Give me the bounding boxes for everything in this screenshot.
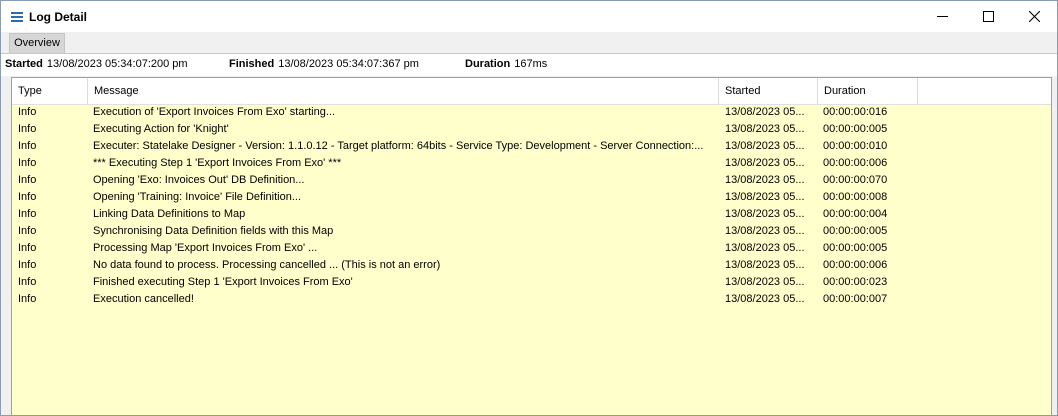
cell-started: 13/08/2023 05... (725, 157, 805, 169)
cell-message: Synchronising Data Definition fields wit… (93, 225, 334, 237)
maximize-icon (982, 11, 994, 22)
cell-type: Info (18, 208, 37, 220)
cell-message: Execution cancelled! (93, 293, 194, 305)
summary-started: Started 13/08/2023 05:34:07:200 pm (5, 58, 188, 70)
table-row[interactable]: Info Executer: Statelake Designer - Versi… (12, 138, 1051, 155)
cell-message: Executer: Statelake Designer - Version: … (93, 140, 704, 152)
cell-type: Info (18, 293, 37, 305)
table-row[interactable]: Info Opening 'Training: Invoice' File Def… (12, 189, 1051, 206)
finished-label: Finished (229, 58, 275, 70)
cell-started: 13/08/2023 05... (725, 140, 805, 152)
log-grid[interactable]: Type Message Started Duration Info Execut… (11, 77, 1052, 415)
cell-type: Info (18, 259, 37, 271)
cell-message: Opening 'Training: Invoice' File Definit… (93, 191, 302, 203)
grid-header: Type Message Started Duration (12, 78, 1051, 105)
cell-duration: 00:00:00:005 (823, 123, 888, 135)
summary-finished: Finished 13/08/2023 05:34:07:367 pm (229, 58, 419, 70)
started-value: 13/08/2023 05:34:07:200 pm (46, 58, 188, 70)
cell-started: 13/08/2023 05... (725, 106, 805, 118)
cell-type: Info (18, 106, 37, 118)
table-row[interactable]: Info Linking Data Definitions to Map 13/08… (12, 206, 1051, 223)
close-icon (1028, 11, 1040, 22)
cell-duration: 00:00:00:006 (823, 259, 888, 271)
cell-type: Info (18, 174, 37, 186)
cell-message: Linking Data Definitions to Map (93, 208, 246, 220)
tab-overview[interactable]: Overview (9, 33, 65, 53)
cell-started: 13/08/2023 05... (725, 174, 805, 186)
cell-type: Info (18, 123, 37, 135)
cell-duration: 00:00:00:004 (823, 208, 888, 220)
table-row[interactable]: Info Synchronising Data Definition fields… (12, 223, 1051, 240)
cell-type: Info (18, 140, 37, 152)
table-row[interactable]: Info Finished executing Step 1 'Export In… (12, 274, 1051, 291)
tab-strip: Overview (1, 32, 1057, 53)
column-header-started[interactable]: Started (719, 78, 818, 104)
table-row[interactable]: Info Executing Action for 'Knight' 13/08/2… (12, 121, 1051, 138)
table-row[interactable]: Info *** Executing Step 1 'Export Invoice… (12, 155, 1051, 172)
cell-started: 13/08/2023 05... (725, 123, 805, 135)
started-label: Started (5, 58, 43, 70)
column-header-type[interactable]: Type (12, 78, 88, 104)
table-row[interactable]: Info Processing Map 'Export Invoices From… (12, 240, 1051, 257)
cell-type: Info (18, 276, 37, 288)
minimize-icon (936, 16, 948, 17)
cell-started: 13/08/2023 05... (725, 208, 805, 220)
cell-type: Info (18, 191, 37, 203)
log-detail-window: Log Detail Overview Started 13/08/2023 05… (0, 0, 1058, 416)
cell-message: Opening 'Exo: Invoices Out' DB Definitio… (93, 174, 305, 186)
cell-duration: 00:00:00:023 (823, 276, 888, 288)
cell-type: Info (18, 157, 37, 169)
summary-duration: Duration 167ms (465, 58, 547, 70)
cell-message: Finished executing Step 1 'Export Invoic… (93, 276, 353, 288)
cell-started: 13/08/2023 05... (725, 242, 805, 254)
cell-message: Processing Map 'Export Invoices From Exo… (93, 242, 318, 254)
table-row[interactable]: Info Execution cancelled! 13/08/2023 05...… (12, 291, 1051, 308)
cell-duration: 00:00:00:005 (823, 242, 888, 254)
cell-duration: 00:00:00:007 (823, 293, 888, 305)
column-header-duration[interactable]: Duration (818, 78, 918, 104)
cell-duration: 00:00:00:010 (823, 140, 888, 152)
column-header-message[interactable]: Message (88, 78, 719, 104)
cell-started: 13/08/2023 05... (725, 191, 805, 203)
table-row[interactable]: Info Execution of 'Export Invoices From E… (12, 104, 1051, 121)
duration-value: 167ms (514, 58, 548, 70)
menu-lines-icon (11, 12, 23, 22)
title-bar[interactable]: Log Detail (1, 1, 1057, 32)
maximize-button[interactable] (965, 1, 1011, 32)
cell-started: 13/08/2023 05... (725, 293, 805, 305)
cell-duration: 00:00:00:008 (823, 191, 888, 203)
cell-duration: 00:00:00:005 (823, 225, 888, 237)
cell-message: Execution of 'Export Invoices From Exo' … (93, 106, 336, 118)
window-title: Log Detail (29, 10, 88, 24)
table-row[interactable]: Info No data found to process. Processing… (12, 257, 1051, 274)
cell-duration: 00:00:00:016 (823, 106, 888, 118)
cell-message: Executing Action for 'Knight' (93, 123, 229, 135)
cell-duration: 00:00:00:006 (823, 157, 888, 169)
cell-type: Info (18, 225, 37, 237)
cell-message: No data found to process. Processing can… (93, 259, 441, 271)
cell-duration: 00:00:00:070 (823, 174, 888, 186)
cell-started: 13/08/2023 05... (725, 259, 805, 271)
cell-started: 13/08/2023 05... (725, 225, 805, 237)
minimize-button[interactable] (919, 1, 965, 32)
duration-label: Duration (465, 58, 511, 70)
finished-value: 13/08/2023 05:34:07:367 pm (278, 58, 419, 70)
summary-bar: Started 13/08/2023 05:34:07:200 pm Finish… (1, 53, 1057, 76)
cell-message: *** Executing Step 1 'Export Invoices Fr… (93, 157, 342, 169)
cell-type: Info (18, 242, 37, 254)
cell-started: 13/08/2023 05... (725, 276, 805, 288)
table-row[interactable]: Info Opening 'Exo: Invoices Out' DB Defin… (12, 172, 1051, 189)
close-button[interactable] (1011, 1, 1057, 32)
